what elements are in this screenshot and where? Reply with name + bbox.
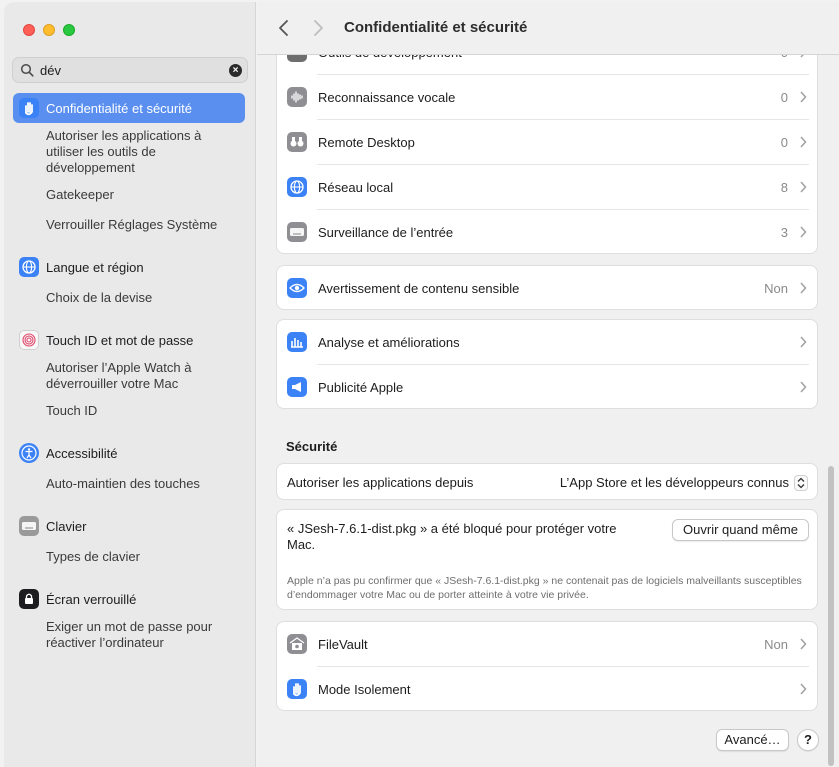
sidebar-item-clavier[interactable]: Clavier [13, 511, 245, 541]
sidebar-subitem-gatekeeper[interactable]: Gatekeeper [46, 187, 236, 203]
minimize-window-button[interactable] [43, 24, 55, 36]
apple-ads-row[interactable]: Publicité Apple [277, 365, 819, 410]
open-anyway-button[interactable]: Ouvrir quand même [672, 519, 809, 541]
forward-chevron-icon[interactable] [309, 18, 327, 38]
popup-arrows-icon[interactable] [794, 475, 808, 491]
row-label: Publicité Apple [318, 380, 404, 395]
hand-icon [19, 98, 39, 118]
sidebar-item-label: Écran verrouillé [46, 592, 137, 607]
sidebar-subitem-require-password[interactable]: Exiger un mot de passe pour réactiver l’… [46, 619, 236, 651]
settings-window: dév × Confidentialité et sécurité Autori… [0, 0, 839, 767]
keyboard-icon [19, 516, 39, 536]
search-input[interactable]: dév [40, 63, 61, 78]
lock-icon [19, 589, 39, 609]
sensitive-content-group: Avertissement de contenu sensible Non [276, 265, 818, 310]
sidebar-item-ecran-verrouille[interactable]: Écran verrouillé [13, 584, 245, 614]
row-label: FileVault [318, 637, 368, 652]
chevron-right-icon [800, 136, 807, 148]
advanced-button[interactable]: Avancé… [716, 729, 789, 751]
chevron-right-icon [800, 336, 807, 348]
back-chevron-icon[interactable] [275, 18, 293, 38]
zoom-window-button[interactable] [63, 24, 75, 36]
sidebar-subitem-currency[interactable]: Choix de la devise [46, 290, 236, 306]
keyboard-icon [287, 222, 307, 242]
security-section-title: Sécurité [286, 439, 338, 454]
row-value: Non [764, 281, 788, 296]
binoculars-icon [287, 132, 307, 152]
main-pane: Outils de développement 0 Reconnaissance… [257, 2, 839, 767]
fingerprint-icon [19, 330, 39, 350]
sidebar-subitem-lock-settings[interactable]: Verrouiller Réglages Système [46, 217, 236, 233]
blocked-app-explanation: Apple n’a pas pu confirmer que « JSesh-7… [287, 575, 802, 601]
search-icon [20, 63, 34, 77]
megaphone-icon [287, 377, 307, 397]
sidebar-item-touch-id[interactable]: Touch ID et mot de passe [13, 325, 245, 355]
analytics-row[interactable]: Analyse et améliorations [277, 320, 819, 365]
sidebar-item-langue[interactable]: Langue et région [13, 252, 245, 282]
chevron-right-icon [800, 181, 807, 193]
row-value: 8 [780, 180, 788, 195]
sidebar-item-confidentialite[interactable]: Confidentialité et sécurité [13, 93, 245, 123]
accessibility-icon [19, 443, 39, 463]
sidebar-item-label: Accessibilité [46, 446, 118, 461]
blocked-app-group: « JSesh-7.6.1-dist.pkg » a été bloqué po… [276, 509, 818, 610]
row-label: Reconnaissance vocale [318, 90, 456, 105]
sidebar-item-label: Langue et région [46, 260, 144, 275]
eye-icon [287, 278, 307, 298]
chevron-right-icon [800, 638, 807, 650]
privacy-row-local-network[interactable]: Réseau local 8 [277, 165, 819, 210]
chart-icon [287, 332, 307, 352]
allow-apps-select[interactable]: L’App Store et les développeurs connus [560, 475, 789, 490]
sensitive-content-row[interactable]: Avertissement de contenu sensible Non [277, 266, 819, 311]
row-label: Surveillance de l’entrée [318, 225, 454, 240]
row-value: Non [764, 637, 788, 652]
sidebar-item-label: Confidentialité et sécurité [46, 101, 192, 116]
globe-icon [287, 177, 307, 197]
chevron-right-icon [800, 282, 807, 294]
help-button[interactable]: ? [797, 729, 819, 751]
page-title: Confidentialité et sécurité [344, 19, 528, 36]
row-label: Remote Desktop [318, 135, 415, 150]
toolbar: Confidentialité et sécurité [257, 2, 839, 55]
scrollbar[interactable] [828, 466, 834, 766]
privacy-row-speech[interactable]: Reconnaissance vocale 0 [277, 75, 819, 120]
row-label: Analyse et améliorations [318, 335, 460, 350]
row-value: 3 [780, 225, 788, 240]
chevron-right-icon [800, 226, 807, 238]
privacy-group: Outils de développement 0 Reconnaissance… [276, 22, 818, 254]
sidebar-item-label: Clavier [46, 519, 87, 534]
chevron-right-icon [800, 91, 807, 103]
row-label: Mode Isolement [318, 682, 411, 697]
waveform-icon [287, 87, 307, 107]
sidebar-item-accessibilite[interactable]: Accessibilité [13, 438, 245, 468]
row-label: Avertissement de contenu sensible [318, 281, 520, 296]
allow-apps-label: Autoriser les applications depuis [287, 475, 474, 490]
row-value: 0 [780, 90, 788, 105]
search-field[interactable]: dév × [12, 57, 248, 83]
vault-icon [287, 634, 307, 654]
sidebar-subitem-sticky-keys[interactable]: Auto-maintien des touches [46, 476, 236, 492]
close-window-button[interactable] [23, 24, 35, 36]
sidebar-subitem-touch-id[interactable]: Touch ID [46, 403, 236, 419]
lockdown-mode-row[interactable]: Mode Isolement [277, 667, 819, 712]
row-value: 0 [780, 135, 788, 150]
vault-group: FileVault Non Mode Isolement [276, 621, 818, 711]
globe-icon [19, 257, 39, 277]
chevron-right-icon [800, 683, 807, 695]
hand-icon [287, 679, 307, 699]
analytics-group: Analyse et améliorations Publicité Apple [276, 319, 818, 409]
filevault-row[interactable]: FileVault Non [277, 622, 819, 667]
sidebar-subitem-apple-watch[interactable]: Autoriser l’Apple Watch à déverrouiller … [46, 360, 236, 392]
chevron-right-icon [800, 381, 807, 393]
blocked-app-message: « JSesh-7.6.1-dist.pkg » a été bloqué po… [287, 521, 617, 552]
privacy-row-remote-desktop[interactable]: Remote Desktop 0 [277, 120, 819, 165]
sidebar-subitem-keyboard-types[interactable]: Types de clavier [46, 549, 236, 565]
clear-search-icon[interactable]: × [229, 64, 242, 77]
sidebar: dév × Confidentialité et sécurité Autori… [4, 2, 256, 767]
sidebar-subitem-dev-tools[interactable]: Autoriser les applications à utiliser le… [46, 128, 236, 176]
sidebar-item-label: Touch ID et mot de passe [46, 333, 194, 348]
privacy-row-input-monitoring[interactable]: Surveillance de l’entrée 3 [277, 210, 819, 255]
allow-apps-group: Autoriser les applications depuis L’App … [276, 463, 818, 500]
row-label: Réseau local [318, 180, 394, 195]
